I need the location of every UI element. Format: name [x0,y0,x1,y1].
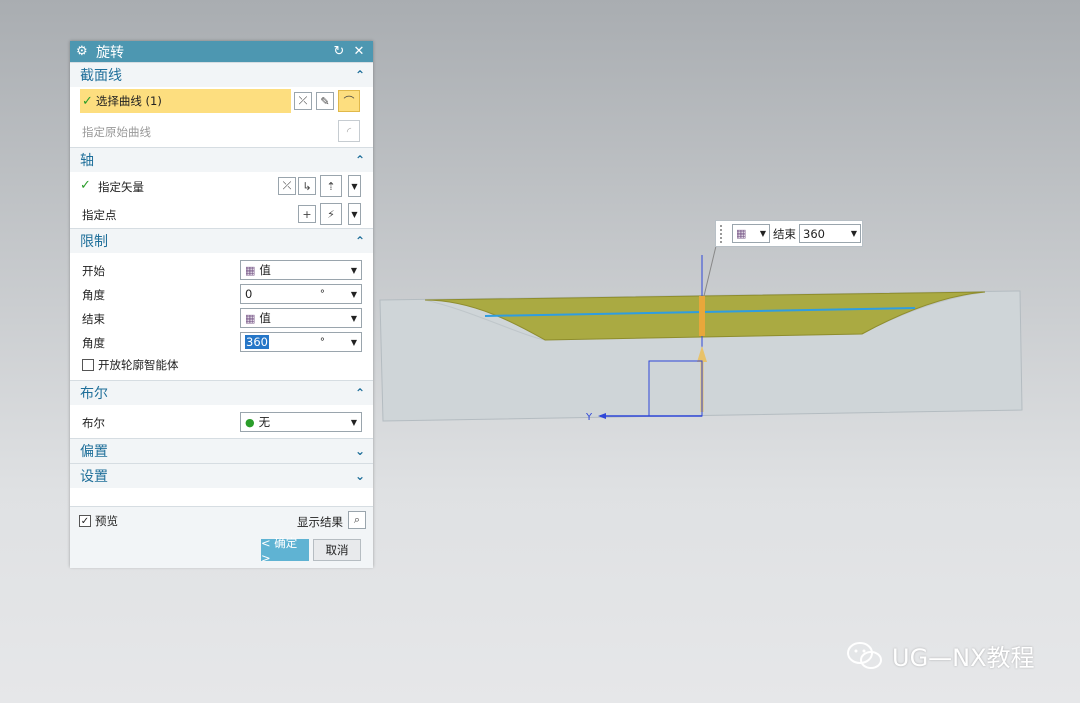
curve-rule-icon[interactable]: ⤫ [294,92,312,110]
boolean-group: 布尔 ⌃ 布尔 ● 无 ▼ [70,380,373,438]
open-profile-label: 开放轮廓智能体 [98,358,179,372]
limits-title: 限制 [80,234,108,250]
boolean-title: 布尔 [80,386,108,402]
chevron-up-icon[interactable]: ⌃ [355,386,365,400]
section-curve-title: 截面线 [80,68,122,84]
show-result-search-icon[interactable]: ⌕ [348,511,366,529]
start-type-dropdown[interactable]: ▦ 值 ▼ [240,260,362,280]
end-type-value: 值 [259,311,271,325]
chevron-down-icon: ▼ [350,417,357,427]
specify-vector-label: 指定矢量 [98,180,144,194]
axis-group: 轴 ⌃ ✓ 指定矢量 ⤫ ↳ ⇡ ▼ 指定点 + ⚡ ▼ [70,147,373,228]
preview-checkbox[interactable]: ✓ [79,515,91,527]
value-type-icon: ▦ [736,227,747,240]
chevron-down-icon[interactable]: ⌄ [355,469,365,483]
y-axis-label: Y [585,412,593,423]
preview-label: 预览 [95,514,118,528]
open-profile-checkbox-row[interactable]: 开放轮廓智能体 [82,357,179,373]
start-angle-label: 角度 [82,288,105,302]
dialog-titlebar[interactable]: ⚙ 旋转 ↻ ✕ [70,41,373,62]
start-angle-value: 0 [245,287,253,301]
chevron-down-icon: ▼ [350,337,357,347]
start-type-value: 值 [259,263,271,277]
curve-select-icon[interactable]: ⌒ [338,90,360,112]
settings-header[interactable]: 设置 ⌄ [70,463,373,488]
reverse-direction-icon[interactable]: ⤫ [278,177,296,195]
start-label: 开始 [82,264,105,278]
vector-type-icon[interactable]: ⇡ [320,175,342,197]
ok-button[interactable]: < 确定 > [261,536,309,565]
float-end-label: 结束 [773,226,796,241]
wechat-icon [847,641,882,669]
vector-type-dropdown[interactable]: ▼ [348,175,361,197]
value-type-icon: ▦ [245,311,256,325]
limits-group: 限制 ⌃ 开始 ▦ 值 ▼ 角度 0 ° ▼ 结束 ▦ 值 ▼ 角度 360 °… [70,228,373,380]
specify-point-label: 指定点 [82,208,117,222]
chevron-down-icon[interactable]: ⌄ [355,444,365,458]
watermark: UG—NX教程 [846,638,1035,673]
preview-checkbox-row[interactable]: ✓ 预览 [79,513,118,529]
chevron-down-icon: ▼ [350,265,357,275]
end-type-dropdown[interactable]: ▦ ▼ [732,224,770,243]
check-icon: ✓ [82,93,93,109]
select-curve-label: 选择曲线 (1) [95,94,162,108]
sketch-section-icon[interactable]: ✎ [316,92,334,110]
end-label: 结束 [82,312,105,326]
degree-unit: ° [319,336,325,348]
axis-title: 轴 [80,153,94,169]
boolean-dropdown[interactable]: ● 无 ▼ [240,412,362,432]
dialog-title: 旋转 [96,44,124,61]
gear-icon[interactable]: ⚙ [76,44,90,59]
chevron-down-icon: ▼ [350,289,357,299]
vector-dialog-icon[interactable]: ↳ [298,177,316,195]
offset-title: 偏置 [80,444,108,460]
dialog-footer: ✓ 预览 显示结果 ⌕ < 确定 > 取消 [70,506,373,568]
float-end-value: 360 [803,226,825,241]
watermark-text: UG—NX教程 [892,644,1035,672]
value-type-icon: ▦ [245,263,256,277]
chevron-up-icon[interactable]: ⌃ [355,68,365,82]
section-curve-header[interactable]: 截面线 ⌃ [70,62,373,87]
boolean-value: 无 [258,415,271,429]
end-type-dropdown[interactable]: ▦ 值 ▼ [240,308,362,328]
close-icon[interactable]: ✕ [351,44,367,59]
boolean-label: 布尔 [82,416,105,430]
origin-curve-icon[interactable]: ◜ [338,120,360,142]
settings-title: 设置 [80,469,108,485]
open-profile-checkbox[interactable] [82,359,94,371]
onscreen-input-bar: ▦ ▼ 结束 360 ▼ [715,220,863,247]
point-type-dropdown[interactable]: ▼ [348,203,361,225]
chevron-up-icon[interactable]: ⌃ [355,153,365,167]
chevron-up-icon[interactable]: ⌃ [355,234,365,248]
axis-header[interactable]: 轴 ⌃ [70,147,373,172]
start-angle-field[interactable]: 0 ° ▼ [240,284,362,304]
axis-vector-handle[interactable] [699,296,705,336]
section-curve-group: 截面线 ⌃ ✓ 选择曲线 (1) ⤫ ✎ ⌒ 指定原始曲线 ◜ [70,62,373,147]
specify-origin-curve-label: 指定原始曲线 [82,125,151,139]
float-end-value-field[interactable]: 360 ▼ [799,224,861,243]
limits-header[interactable]: 限制 ⌃ [70,228,373,253]
end-angle-label: 角度 [82,336,105,350]
drag-grip-icon[interactable] [720,224,726,243]
show-result-label: 显示结果 [297,515,343,529]
point-type-icon[interactable]: ⚡ [320,203,342,225]
boolean-none-icon: ● [245,415,255,429]
end-angle-field[interactable]: 360 ° ▼ [240,332,362,352]
revolve-dialog: ⚙ 旋转 ↻ ✕ 截面线 ⌃ ✓ 选择曲线 (1) ⤫ ✎ ⌒ 指定原始曲线 ◜… [70,41,373,568]
chevron-down-icon: ▼ [850,229,857,238]
reset-icon[interactable]: ↻ [331,44,347,59]
degree-unit: ° [319,288,325,300]
check-icon: ✓ [80,178,91,193]
chevron-down-icon: ▼ [350,313,357,323]
offset-header[interactable]: 偏置 ⌄ [70,438,373,463]
chevron-down-icon: ▼ [759,229,766,238]
boolean-header[interactable]: 布尔 ⌃ [70,380,373,405]
point-dialog-icon[interactable]: + [298,205,316,223]
select-curve-row[interactable]: ✓ 选择曲线 (1) [80,89,291,113]
end-angle-value: 360 [245,335,269,349]
cancel-button[interactable]: 取消 [313,539,361,561]
